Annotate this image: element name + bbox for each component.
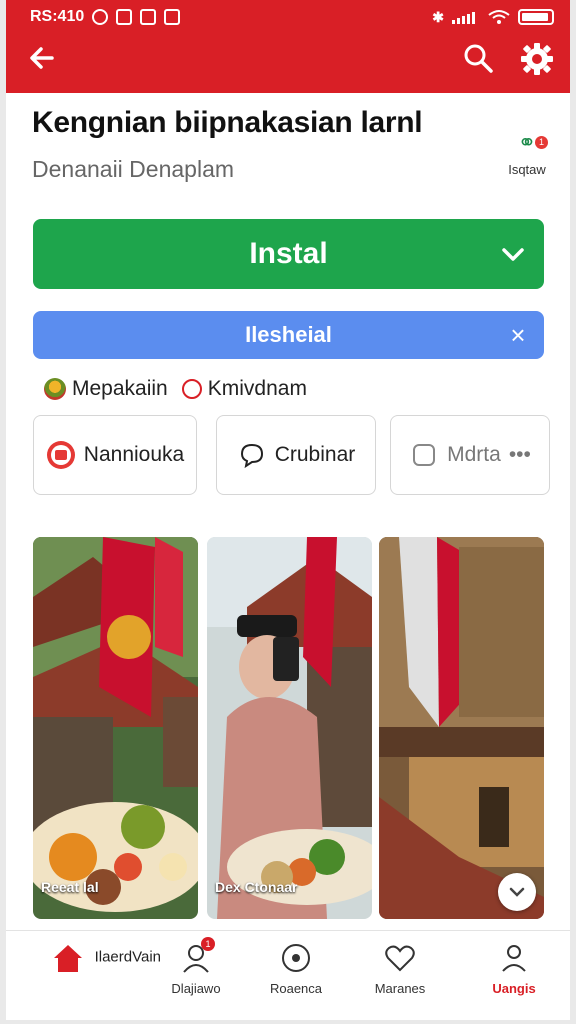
chevron-down-icon — [509, 887, 525, 897]
option-label: Kmivdnam — [207, 377, 307, 400]
chip-crubinar[interactable]: Crubinar — [216, 415, 376, 495]
scroll-down-button[interactable] — [498, 873, 536, 911]
gear-icon[interactable] — [520, 42, 554, 76]
share-button[interactable]: ⚭ 1 Isqtaw — [502, 128, 552, 184]
photo-image — [207, 537, 372, 919]
back-arrow-icon[interactable] — [26, 42, 58, 74]
chip-label: Crubinar — [274, 443, 356, 466]
nav-roaenca[interactable]: Roaenca — [256, 941, 336, 1011]
close-icon[interactable]: × — [506, 322, 530, 348]
photo-gallery: Reeat lal Dex Ctonaar — [33, 537, 544, 919]
nav-badge: 1 — [201, 937, 215, 951]
info-banner: Ilesheial × — [33, 311, 544, 359]
status-time: RS:410 — [30, 8, 85, 25]
wifi-icon — [488, 10, 510, 24]
chip-mdrta[interactable]: Mdrta ••• — [390, 415, 550, 495]
photo-image — [33, 537, 198, 919]
install-button[interactable]: Instal — [33, 219, 544, 289]
flag-icon — [44, 378, 66, 400]
chip-label: Mdrta — [447, 443, 501, 466]
app-bar: RS:410 ✱ — [6, 0, 570, 93]
install-label: Instal — [249, 237, 328, 270]
nav-dlajiawo[interactable]: 1 Dlajiawo — [156, 937, 236, 1011]
option-kmivdnam[interactable]: Kmivdnam — [181, 377, 307, 401]
photo-caption: Dex Ctonaar — [215, 879, 298, 895]
gallery-photo-1[interactable]: Reeat lal — [33, 537, 198, 919]
nav-label: IlaerdVain — [94, 948, 162, 966]
heart-icon — [385, 945, 415, 972]
share-label: Isqtaw — [508, 162, 546, 177]
share-icon: ⚭ 1 — [512, 128, 548, 158]
chip-row: Nanniouka Crubinar Mdrta ••• — [33, 415, 550, 495]
option-mepakaiin[interactable]: Mepakaiin — [44, 377, 168, 401]
nav-label: Roaenca — [269, 981, 323, 996]
chevron-down-icon — [502, 248, 524, 261]
sim-icon — [116, 9, 133, 25]
photo-image — [379, 537, 544, 919]
checkbox-icon — [413, 444, 436, 466]
radio-icon — [181, 379, 202, 399]
app-screen: RS:410 ✱ Kengnian biipnakasian larnl Den… — [6, 0, 570, 1020]
share-badge: 1 — [535, 136, 548, 149]
bluetooth-icon: ✱ — [432, 8, 444, 25]
nav-maranes[interactable]: Maranes — [360, 941, 440, 1011]
gallery-icon — [164, 9, 181, 25]
option-label: Mepakaiin — [72, 377, 168, 400]
nav-label: Uangis — [492, 981, 536, 996]
option-row: Mepakaiin Kmivdnam — [44, 374, 307, 404]
page-title: Kengnian biipnakasian larnl — [32, 106, 423, 139]
nav-label: Dlajiawo — [171, 981, 221, 996]
signal-icon — [452, 12, 475, 24]
banner-label: Ilesheial — [245, 322, 332, 347]
red-badge-icon — [46, 441, 75, 469]
battery-icon — [518, 9, 554, 25]
gallery-photo-3[interactable] — [379, 537, 544, 919]
home-icon — [53, 945, 82, 972]
bottom-nav: IlaerdVain 1 Dlajiawo Roaenca Maranes Ua… — [6, 930, 570, 1020]
nav-label: Maranes — [374, 981, 426, 996]
notification-icon — [92, 9, 109, 25]
status-bar: RS:410 ✱ — [6, 4, 570, 30]
more-icon[interactable]: ••• — [509, 443, 531, 467]
photo-caption: Reeat lal — [41, 879, 99, 895]
nav-uangis[interactable]: Uangis — [474, 941, 554, 1011]
gallery-photo-2[interactable]: Dex Ctonaar — [207, 537, 372, 919]
person-icon: 1 — [179, 937, 215, 975]
chip-nanniouka[interactable]: Nanniouka — [33, 415, 197, 495]
profile-icon — [502, 945, 526, 972]
page-subtitle: Denanaii Denaplam — [32, 156, 235, 182]
search-icon[interactable] — [462, 42, 494, 74]
chip-label: Nanniouka — [83, 443, 185, 466]
circle-icon — [282, 944, 310, 972]
chat-icon — [240, 443, 263, 469]
nav-home[interactable]: IlaerdVain — [36, 941, 176, 1011]
message-icon — [140, 9, 157, 25]
